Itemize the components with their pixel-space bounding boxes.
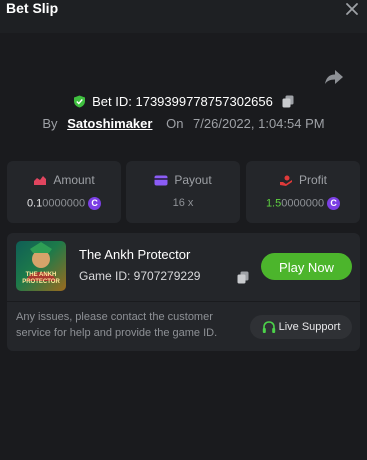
wallet-icon	[154, 175, 168, 186]
coin-icon: C	[327, 197, 341, 210]
bet-id: Bet ID: 1739399778757302656	[92, 94, 273, 110]
support-message: Any issues, please contact the customer …	[16, 311, 218, 339]
live-support-button[interactable]: Live Support	[250, 315, 352, 339]
payout-card: Payout 16 x	[126, 161, 240, 223]
copy-icon[interactable]	[282, 95, 294, 108]
bet-id-row: Bet ID: 1739399778757302656	[0, 93, 367, 109]
shield-check-icon	[73, 95, 85, 108]
game-id: Game ID: 9707279229	[79, 269, 201, 283]
headset-icon	[262, 320, 275, 333]
payout-label-row: Payout	[126, 173, 240, 187]
bet-slip-body: Bet ID: 1739399778757302656 By Satoshima…	[0, 33, 367, 460]
bet-slip-header: Bet Slip	[0, 0, 367, 34]
play-now-button[interactable]: Play Now	[261, 253, 352, 280]
copy-icon[interactable]	[237, 271, 249, 284]
game-card: THE ANKH PROTECTOR The Ankh Protector Ga…	[7, 233, 360, 351]
share-icon[interactable]	[324, 69, 344, 85]
amount-icon	[34, 176, 47, 186]
close-icon[interactable]	[345, 2, 359, 16]
bet-stats: Amount 0.10000000 C Payout 16 x Profit 1…	[7, 161, 360, 223]
divider	[7, 301, 360, 302]
game-thumbnail[interactable]: THE ANKH PROTECTOR	[16, 241, 66, 291]
bet-datetime: 7/26/2022, 1:04:54 PM	[193, 116, 325, 131]
profit-label: Profit	[298, 173, 327, 187]
amount-label: Amount	[53, 173, 95, 187]
profit-label-row: Profit	[246, 173, 360, 187]
payout-value: 16 x	[172, 197, 194, 209]
on-label: On	[166, 116, 184, 131]
game-name: The Ankh Protector	[79, 247, 191, 262]
page-title: Bet Slip	[6, 0, 59, 16]
amount-card: Amount 0.10000000 C	[7, 161, 121, 223]
profit-card: Profit 1.50000000 C	[246, 161, 360, 223]
profit-value: 1.50000000 C	[246, 197, 360, 210]
profit-icon	[279, 175, 292, 187]
user-link[interactable]: Satoshimaker	[67, 116, 152, 131]
bet-author-row: By Satoshimaker On 7/26/2022, 1:04:54 PM	[0, 116, 367, 131]
live-support-label: Live Support	[278, 321, 341, 333]
coin-icon: C	[88, 197, 102, 210]
game-thumb-title: THE ANKH PROTECTOR	[22, 272, 60, 285]
payout-label: Payout	[174, 173, 212, 187]
amount-label-row: Amount	[7, 173, 121, 187]
amount-value: 0.10000000 C	[7, 197, 121, 210]
by-label: By	[42, 116, 58, 131]
